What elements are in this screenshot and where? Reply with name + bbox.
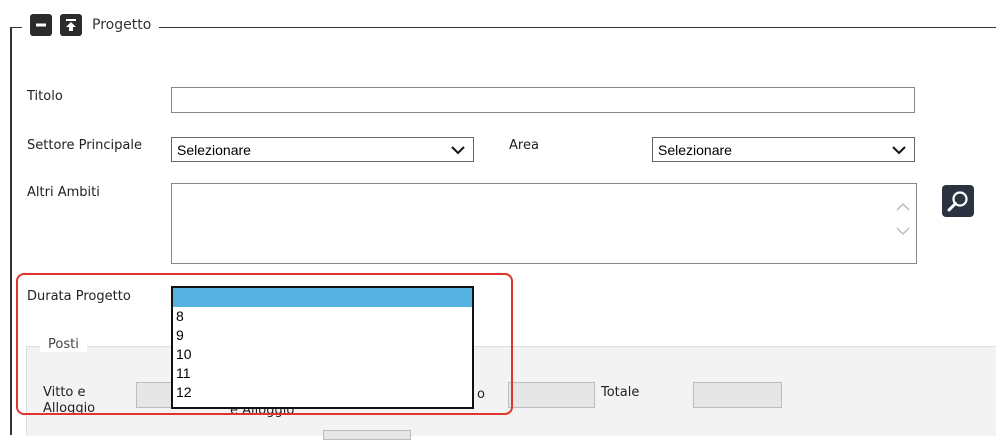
- collapse-button[interactable]: [30, 14, 52, 36]
- fieldset-border-left: [10, 27, 12, 435]
- fieldset-legend: Progetto: [22, 10, 160, 40]
- durata-option[interactable]: [173, 288, 472, 307]
- settore-label: Settore Principale: [27, 138, 142, 153]
- durata-option[interactable]: 10: [173, 345, 472, 364]
- durata-dropdown-list[interactable]: 8 9 10 11 12: [171, 286, 474, 409]
- area-select[interactable]: Selezionare: [652, 137, 915, 162]
- totale-input[interactable]: [693, 382, 782, 408]
- durata-option[interactable]: 12: [173, 383, 472, 402]
- search-button[interactable]: [942, 185, 974, 217]
- titolo-label: Titolo: [27, 89, 63, 104]
- settore-select[interactable]: Selezionare: [171, 137, 474, 162]
- arrow-to-top-icon: [66, 19, 76, 31]
- scroll-down-icon[interactable]: [896, 226, 910, 236]
- durata-option[interactable]: 9: [173, 326, 472, 345]
- search-icon: [947, 191, 968, 212]
- area-select-value: Selezionare: [658, 141, 732, 158]
- settore-select-value: Selezionare: [177, 141, 251, 158]
- altri-ambiti-textarea[interactable]: [171, 183, 917, 264]
- move-to-top-button[interactable]: [60, 14, 82, 36]
- chevron-down-icon: [451, 146, 465, 155]
- durata-option[interactable]: 11: [173, 364, 472, 383]
- durata-option[interactable]: 8: [173, 307, 472, 326]
- altri-ambiti-label: Altri Ambiti: [27, 185, 100, 200]
- posti-input-3[interactable]: [323, 430, 411, 440]
- posti-input-2[interactable]: [508, 382, 595, 408]
- fieldset-title: Progetto: [92, 17, 152, 33]
- area-label: Area: [509, 138, 539, 153]
- textarea-scrollbar[interactable]: [896, 202, 910, 236]
- totale-label: Totale: [601, 385, 640, 400]
- minus-icon: [36, 23, 46, 27]
- titolo-input[interactable]: [171, 87, 915, 113]
- scroll-up-icon[interactable]: [896, 202, 910, 212]
- chevron-down-icon: [892, 146, 906, 155]
